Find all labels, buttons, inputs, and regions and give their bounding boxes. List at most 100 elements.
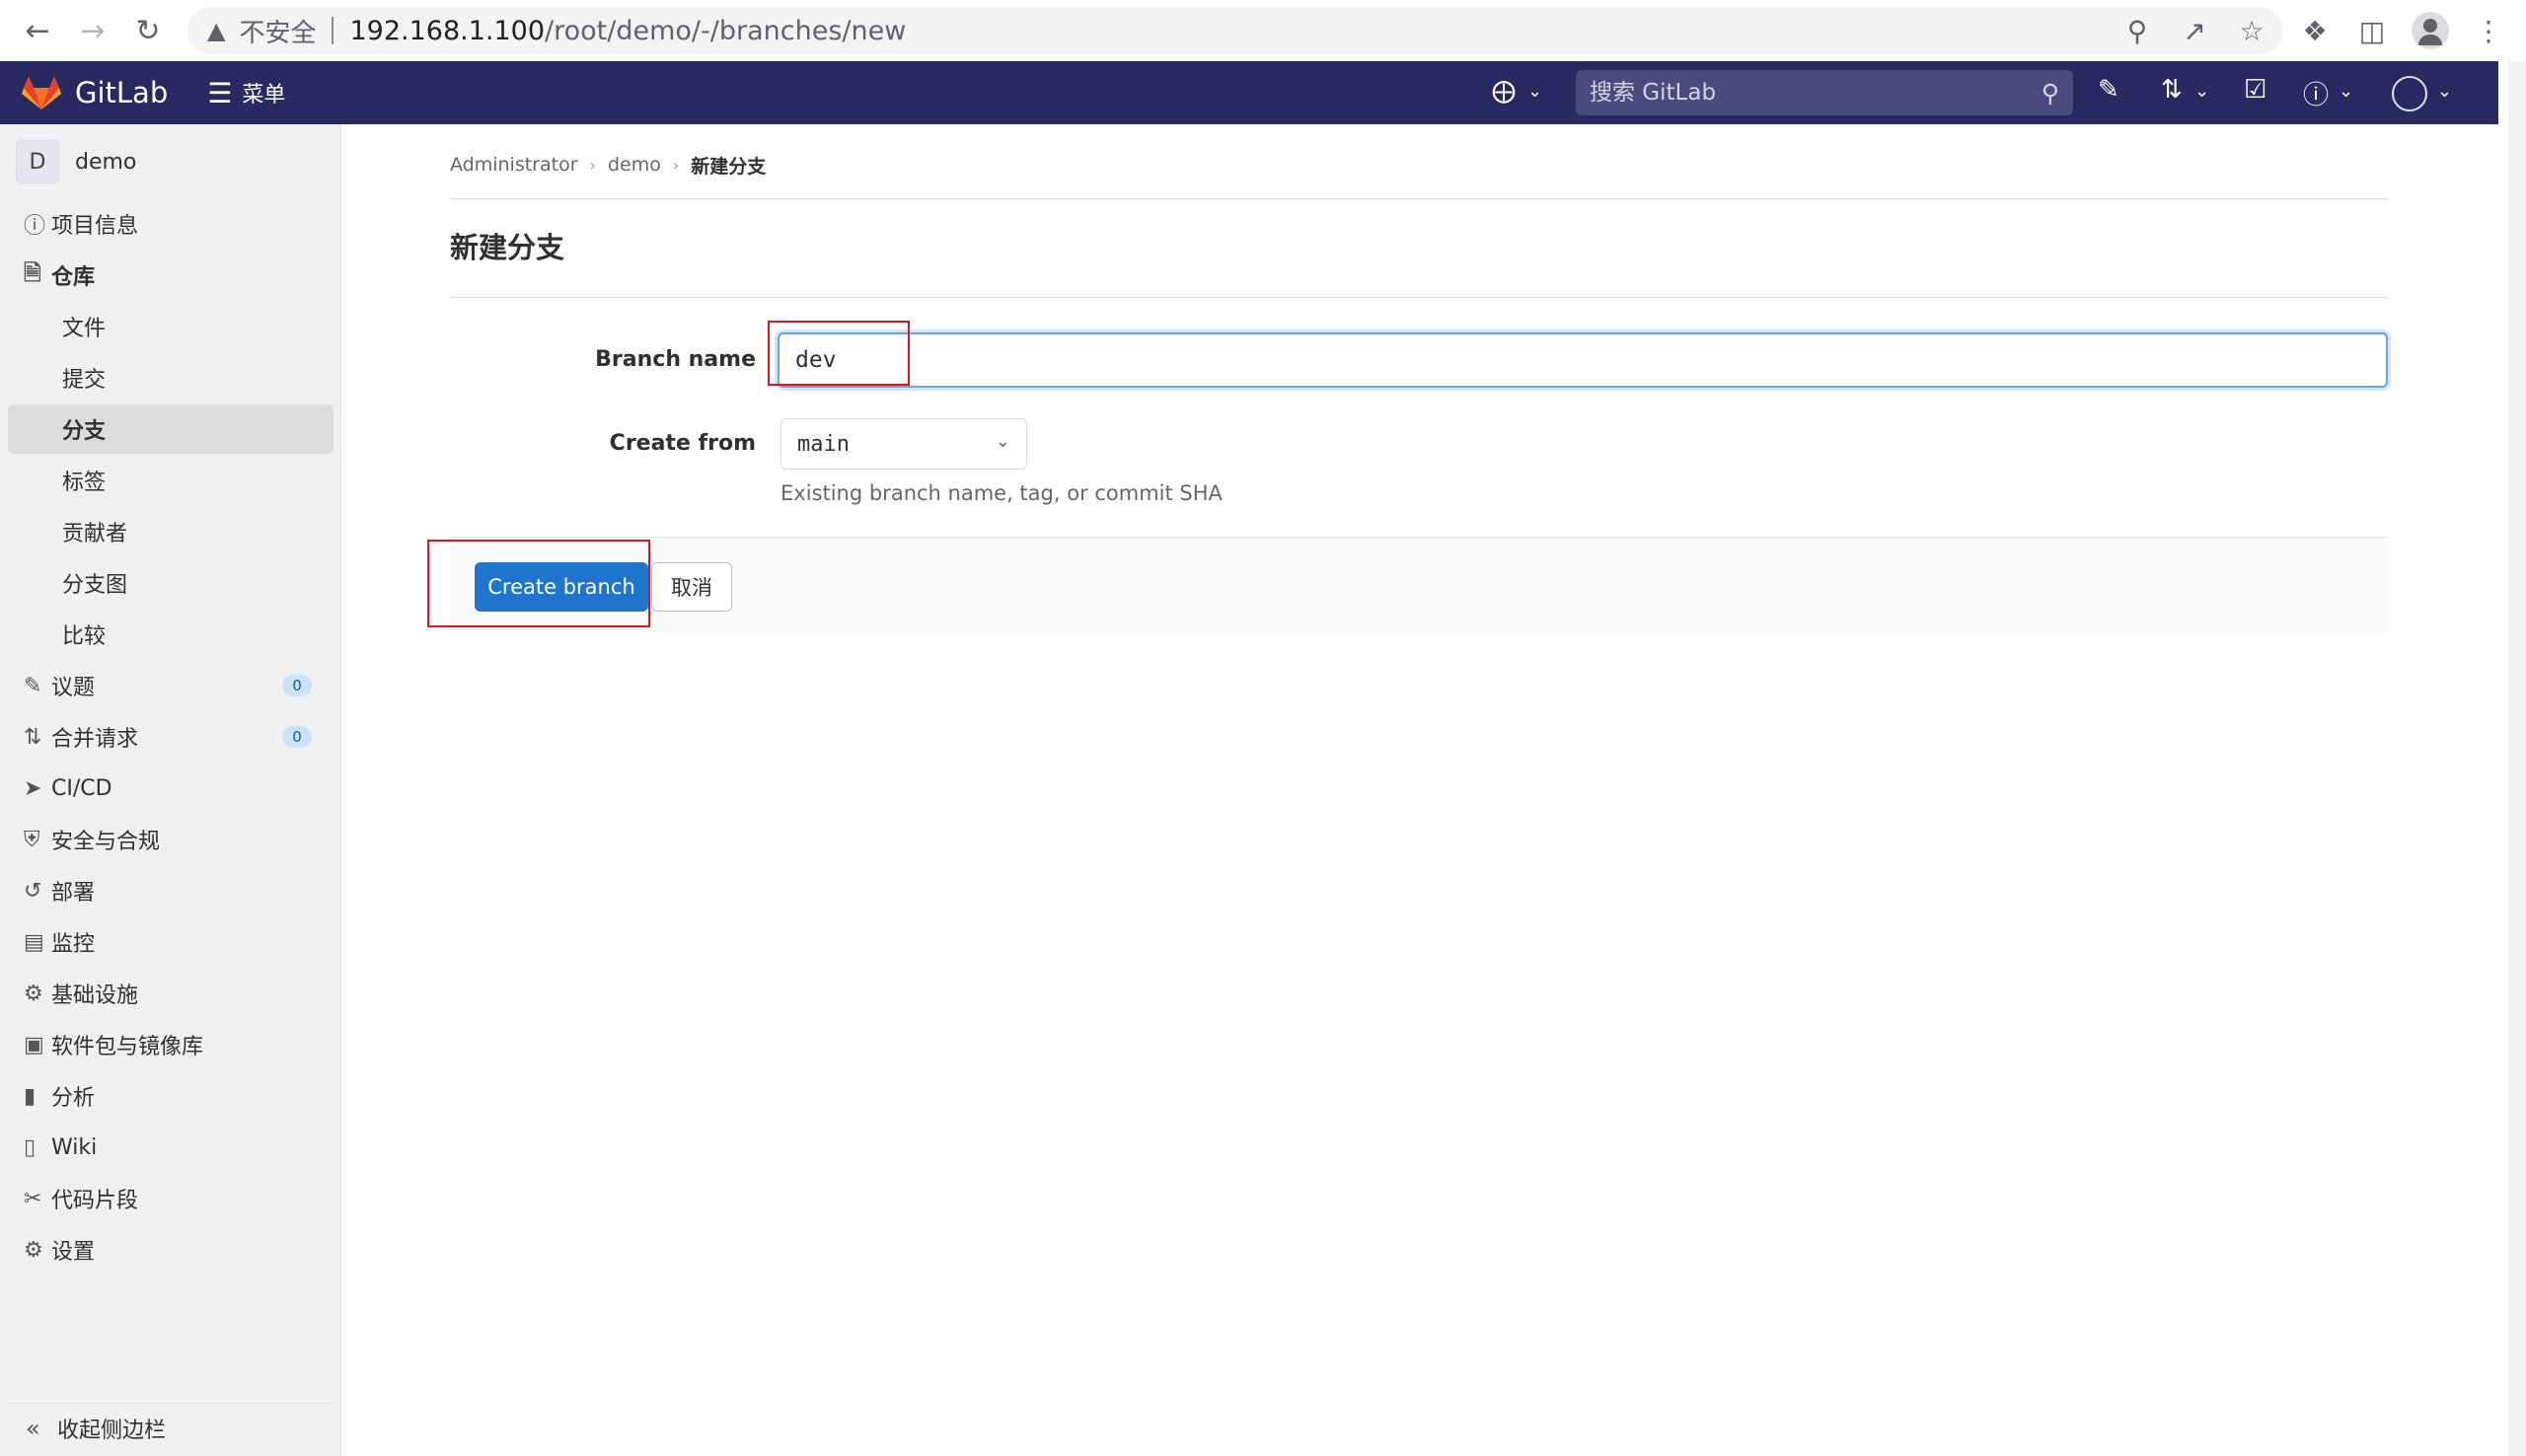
- sidebar-item-snippets[interactable]: ✂ 代码片段: [8, 1174, 334, 1223]
- sidebar-item-wiki[interactable]: ▯ Wiki: [8, 1123, 334, 1172]
- help-icon[interactable]: ⓘ: [2303, 75, 2329, 111]
- sidebar-item-compare[interactable]: 比较: [8, 610, 334, 659]
- breadcrumb-item[interactable]: Administrator: [450, 154, 578, 176]
- search-box[interactable]: ⚲: [1576, 70, 2073, 115]
- breadcrumb: Administrator › demo › 新建分支: [450, 150, 766, 180]
- chevron-down-icon[interactable]: ⌄: [1527, 81, 1542, 102]
- merge-requests-count-badge: 0: [282, 726, 312, 748]
- menu-button[interactable]: ☰ 菜单: [207, 77, 285, 109]
- info-icon: ⓘ: [24, 214, 46, 239]
- main-content: Administrator › demo › 新建分支 新建分支 Branch …: [341, 124, 2498, 1456]
- new-item-icon[interactable]: ⨁: [1492, 77, 1516, 105]
- chevron-down-icon[interactable]: ⌄: [2437, 81, 2452, 102]
- sidebar-item-contributors[interactable]: 贡献者: [8, 507, 334, 556]
- sidebar-item-settings[interactable]: ⚙ 设置: [8, 1225, 334, 1274]
- shield-icon: ⛨: [24, 827, 40, 852]
- side-panel-icon[interactable]: ◫: [2354, 15, 2390, 47]
- chevron-down-icon[interactable]: ⌄: [2339, 81, 2353, 102]
- insecure-label: 不安全: [239, 18, 317, 48]
- user-avatar[interactable]: [2392, 76, 2427, 111]
- project-name: demo: [75, 149, 137, 175]
- reload-icon[interactable]: ↻: [120, 0, 176, 61]
- issues-count-badge: 0: [282, 675, 312, 696]
- project-header[interactable]: D demo: [0, 124, 340, 199]
- sidebar-item-commits[interactable]: 提交: [8, 353, 334, 402]
- sidebar-item-issues[interactable]: ✎ 议题 0: [8, 661, 334, 710]
- repository-icon: 🗎: [24, 261, 41, 286]
- sidebar-item-security[interactable]: ⛨ 安全与合规: [8, 815, 334, 864]
- gitlab-logo-icon[interactable]: [22, 75, 61, 110]
- merge-request-icon: ⇅: [24, 724, 42, 750]
- page-title: 新建分支: [450, 231, 565, 264]
- project-avatar: D: [16, 140, 59, 183]
- chevron-down-icon: ⌄: [995, 431, 1010, 452]
- search-input[interactable]: [1576, 80, 2010, 106]
- create-from-help: Existing branch name, tag, or commit SHA: [780, 481, 1223, 505]
- breadcrumb-item[interactable]: demo: [608, 154, 661, 176]
- gitlab-header: GitLab ☰ 菜单 ⨁ ⌄ ⚲ ✎ ⇅ ⌄ ☑ ⓘ ⌄ ⌄: [0, 61, 2498, 124]
- breadcrumb-current[interactable]: 新建分支: [691, 152, 766, 179]
- sidebar-item-branches[interactable]: 分支: [8, 404, 334, 454]
- chevron-right-icon: ›: [589, 155, 596, 175]
- divider: [450, 297, 2388, 298]
- sidebar-item-monitor[interactable]: ▤ 监控: [8, 917, 334, 967]
- sidebar-item-tags[interactable]: 标签: [8, 456, 334, 505]
- deploy-icon: ↺: [24, 878, 42, 904]
- chart-icon: ▮: [24, 1083, 37, 1109]
- gear-icon: ⚙: [24, 1237, 43, 1263]
- separator: [332, 17, 334, 44]
- extensions-icon[interactable]: ❖: [2297, 15, 2333, 47]
- more-menu-icon[interactable]: ⋮: [2471, 15, 2506, 47]
- rocket-icon: ➤: [24, 775, 42, 801]
- sidebar-item-packages[interactable]: ▣ 软件包与镜像库: [8, 1020, 334, 1069]
- forward-icon[interactable]: →: [65, 0, 120, 61]
- package-icon: ▣: [24, 1032, 44, 1057]
- back-icon[interactable]: ←: [10, 0, 65, 61]
- sidebar-item-files[interactable]: 文件: [8, 302, 334, 351]
- project-sidebar: D demo ⓘ 项目信息 🗎 仓库 文件 提交 分支 标签 贡献者 分支图 比…: [0, 124, 341, 1456]
- create-from-value: main: [797, 431, 850, 457]
- issues-icon: ✎: [24, 673, 42, 698]
- search-icon[interactable]: ⚲: [2042, 79, 2059, 108]
- branch-name-input[interactable]: [778, 332, 2388, 388]
- form-actions: [450, 537, 2388, 633]
- warning-icon: ▲: [207, 17, 226, 44]
- star-icon[interactable]: ☆: [2234, 15, 2269, 47]
- cloud-gear-icon: ⚙: [24, 981, 43, 1006]
- share-icon[interactable]: ↗: [2177, 15, 2212, 47]
- merge-request-icon[interactable]: ⇅: [2161, 75, 2183, 105]
- chevron-down-icon[interactable]: ⌄: [2194, 81, 2209, 102]
- monitor-icon: ▤: [24, 929, 44, 955]
- branch-name-label: Branch name: [595, 347, 756, 372]
- sidebar-item-analytics[interactable]: ▮ 分析: [8, 1071, 334, 1121]
- sidebar-item-cicd[interactable]: ➤ CI/CD: [8, 764, 334, 813]
- hamburger-icon: ☰: [207, 76, 233, 109]
- collapse-sidebar-button[interactable]: « 收起侧边栏: [8, 1403, 334, 1452]
- highlight-box: [768, 321, 910, 386]
- address-bar[interactable]: ▲ 不安全 192.168.1.100/root/demo/-/branches…: [187, 7, 2283, 54]
- sidebar-item-merge-requests[interactable]: ⇅ 合并请求 0: [8, 712, 334, 762]
- create-from-label: Create from: [609, 431, 756, 456]
- brand-name[interactable]: GitLab: [75, 76, 168, 109]
- chevron-right-icon: ›: [672, 155, 680, 175]
- create-from-dropdown[interactable]: main ⌄: [780, 418, 1027, 470]
- sidebar-item-infrastructure[interactable]: ⚙ 基础设施: [8, 969, 334, 1018]
- book-icon: ▯: [24, 1134, 37, 1160]
- sidebar-item-project-info[interactable]: ⓘ 项目信息: [8, 199, 334, 249]
- zoom-icon[interactable]: ⚲: [2119, 15, 2155, 47]
- highlight-box: [427, 540, 650, 627]
- url-text[interactable]: 192.168.1.100/root/demo/-/branches/new: [349, 16, 906, 46]
- sidebar-item-deployments[interactable]: ↺ 部署: [8, 866, 334, 915]
- sidebar-item-repository[interactable]: 🗎 仓库: [8, 251, 334, 300]
- page-scrollbar[interactable]: [2508, 61, 2526, 1456]
- issues-icon[interactable]: ✎: [2098, 75, 2119, 105]
- snippet-icon: ✂: [24, 1186, 42, 1211]
- browser-toolbar: ← → ↻ ▲ 不安全 192.168.1.100/root/demo/-/br…: [0, 0, 2526, 61]
- double-chevron-left-icon: «: [26, 1414, 40, 1442]
- cancel-button[interactable]: 取消: [651, 562, 732, 612]
- sidebar-item-graph[interactable]: 分支图: [8, 558, 334, 608]
- profile-avatar-icon[interactable]: [2412, 12, 2449, 49]
- menu-label: 菜单: [242, 83, 286, 108]
- todo-icon[interactable]: ☑: [2244, 75, 2266, 105]
- divider: [450, 198, 2388, 199]
